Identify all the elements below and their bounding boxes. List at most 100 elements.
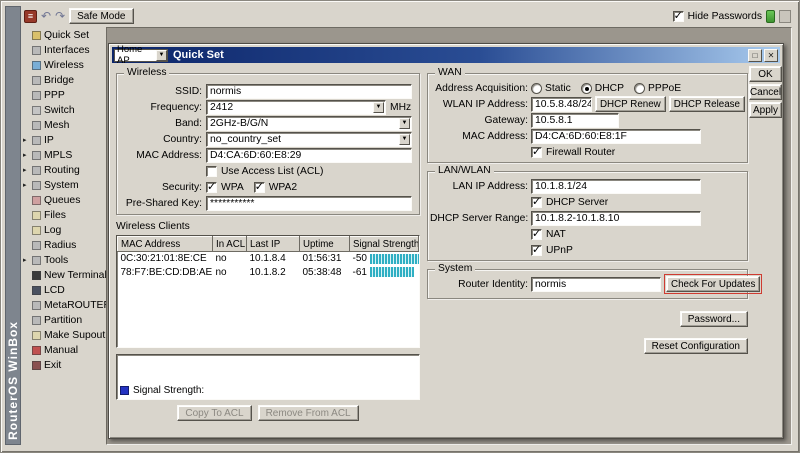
dhcp-server-label: DHCP Server [546, 197, 608, 208]
country-select[interactable]: no_country_set ▼ [206, 132, 412, 147]
sidebar-item-metarouter[interactable]: ▸MetaROUTER [22, 298, 106, 313]
sidebar-item-bridge[interactable]: ▸Bridge [22, 73, 106, 88]
checkbox-box[interactable] [531, 147, 542, 158]
chevron-down-icon[interactable]: ▼ [156, 50, 167, 61]
column-header-signal[interactable]: Signal Strength [350, 237, 419, 252]
sidebar-item-partition[interactable]: ▸Partition [22, 313, 106, 328]
dhcp-release-button[interactable]: DHCP Release [669, 96, 745, 112]
close-button[interactable]: ✕ [764, 49, 778, 62]
sidebar-item-files[interactable]: ▸Files [22, 208, 106, 223]
sidebar-item-lcd[interactable]: ▸LCD [22, 283, 106, 298]
redo-arrow-icon[interactable]: ↷ [55, 10, 65, 22]
sidebar-item-exit[interactable]: ▸Exit [22, 358, 106, 373]
checkbox-box[interactable] [206, 182, 217, 193]
lan-ip-input[interactable] [531, 179, 701, 194]
sidebar-item-new-terminal[interactable]: ▸New Terminal [22, 268, 106, 283]
terminal-icon [32, 271, 41, 280]
pre-shared-key-input[interactable] [206, 196, 412, 211]
wireless-group: Wireless SSID: Frequency: 2412 ▼ MHz [116, 73, 420, 215]
checkbox-box[interactable] [206, 166, 217, 177]
radio-button[interactable] [531, 83, 542, 94]
static-radio[interactable]: Static [531, 83, 571, 94]
sidebar-item-quick-set[interactable]: ▸Quick Set [22, 28, 106, 43]
dhcp-range-input[interactable] [531, 211, 701, 226]
column-header-in-acl[interactable]: In ACL [213, 237, 247, 252]
radio-button[interactable] [634, 83, 645, 94]
dialog-titlebar[interactable]: Home AP ▼ Quick Set □ ✕ [112, 47, 780, 63]
column-header-mac[interactable]: MAC Address [118, 237, 213, 252]
bridge-icon [32, 76, 41, 85]
dhcp-renew-button[interactable]: DHCP Renew [595, 96, 666, 112]
apply-button[interactable]: Apply [749, 102, 782, 118]
sidebar-item-wireless[interactable]: ▸Wireless [22, 58, 106, 73]
chevron-down-icon[interactable]: ▼ [373, 102, 384, 113]
ok-button[interactable]: OK [749, 66, 782, 82]
sidebar-item-tools[interactable]: ▸Tools [22, 253, 106, 268]
partition-icon [32, 316, 41, 325]
ssid-input[interactable] [206, 84, 412, 99]
wpa-checkbox[interactable]: WPA [206, 182, 244, 193]
wpa2-checkbox[interactable]: WPA2 [254, 182, 297, 193]
wan-mac-input[interactable] [531, 129, 701, 144]
address-acquisition-label: Address Acquisition: [430, 83, 528, 94]
sidebar-item-log[interactable]: ▸Log [22, 223, 106, 238]
brand-strip: RouterOS WinBox [5, 6, 21, 445]
sidebar-item-routing[interactable]: ▸Routing [22, 163, 106, 178]
checkbox-box[interactable] [531, 245, 542, 256]
password-button[interactable]: Password... [680, 311, 748, 327]
sidebar-item-label: New Terminal [44, 270, 107, 281]
wireless-clients-table[interactable]: MAC Address In ACL Last IP Uptime Signal… [116, 235, 420, 348]
hide-passwords-label: Hide Passwords [688, 11, 762, 22]
sidebar-item-mpls[interactable]: ▸MPLS [22, 148, 106, 163]
pppoe-radio[interactable]: PPPoE [634, 83, 681, 94]
wireless-mac-input[interactable] [206, 148, 412, 163]
preset-select[interactable]: Home AP ▼ [114, 49, 168, 62]
sidebar-item-system[interactable]: ▸System [22, 178, 106, 193]
hide-passwords-checkbox[interactable] [673, 11, 684, 22]
sidebar-item-queues[interactable]: ▸Queues [22, 193, 106, 208]
sidebar-item-make-supout[interactable]: ▸Make Supout.rif [22, 328, 106, 343]
sidebar-item-label: System [44, 180, 79, 191]
sidebar-item-ip[interactable]: ▸IP [22, 133, 106, 148]
dhcp-server-checkbox[interactable]: DHCP Server [531, 197, 608, 208]
router-identity-input[interactable] [531, 277, 661, 292]
sidebar-item-radius[interactable]: ▸Radius [22, 238, 106, 253]
column-header-last-ip[interactable]: Last IP [247, 237, 300, 252]
maximize-button[interactable]: □ [748, 49, 762, 62]
radio-button[interactable] [581, 83, 592, 94]
use-acl-checkbox[interactable]: Use Access List (ACL) [206, 166, 323, 177]
client-row[interactable]: 0C:30:21:01:8E:CE no 10.1.8.4 01:56:31 -… [118, 252, 419, 266]
band-select[interactable]: 2GHz-B/G/N ▼ [206, 116, 412, 131]
sidebar-item-mesh[interactable]: ▸Mesh [22, 118, 106, 133]
dhcp-radio[interactable]: DHCP [581, 83, 624, 94]
copy-to-acl-button[interactable]: Copy To ACL [177, 405, 251, 421]
client-uptime: 01:56:31 [300, 252, 350, 266]
menu-icon[interactable]: ≡ [24, 10, 37, 23]
sidebar-item-ppp[interactable]: ▸PPP [22, 88, 106, 103]
client-row[interactable]: 78:F7:BE:CD:DB:AE no 10.1.8.2 05:38:48 -… [118, 266, 419, 280]
nat-checkbox[interactable]: NAT [531, 229, 566, 240]
interfaces-icon [32, 46, 41, 55]
safe-mode-button[interactable]: Safe Mode [69, 8, 133, 24]
sidebar-item-label: Radius [44, 240, 76, 251]
remove-from-acl-button[interactable]: Remove From ACL [258, 405, 359, 421]
sidebar-item-manual[interactable]: ▸Manual [22, 343, 106, 358]
sidebar-item-switch[interactable]: ▸Switch [22, 103, 106, 118]
check-for-updates-button[interactable]: Check For Updates [666, 276, 760, 292]
checkbox-box[interactable] [254, 182, 265, 193]
undo-arrow-icon[interactable]: ↶ [41, 10, 51, 22]
checkbox-box[interactable] [531, 197, 542, 208]
firewall-router-checkbox[interactable]: Firewall Router [531, 147, 615, 158]
checkbox-box[interactable] [531, 229, 542, 240]
frequency-select[interactable]: 2412 ▼ [206, 100, 386, 115]
sidebar-item-interfaces[interactable]: ▸Interfaces [22, 43, 106, 58]
upnp-checkbox[interactable]: UPnP [531, 245, 573, 256]
reset-configuration-button[interactable]: Reset Configuration [644, 338, 748, 354]
column-header-uptime[interactable]: Uptime [300, 237, 350, 252]
ppp-icon [32, 91, 41, 100]
chevron-down-icon[interactable]: ▼ [399, 118, 410, 129]
use-acl-label: Use Access List (ACL) [221, 166, 323, 177]
chevron-down-icon[interactable]: ▼ [399, 134, 410, 145]
cancel-button[interactable]: Cancel [749, 84, 782, 100]
lan-ip-label: LAN IP Address: [430, 181, 528, 192]
